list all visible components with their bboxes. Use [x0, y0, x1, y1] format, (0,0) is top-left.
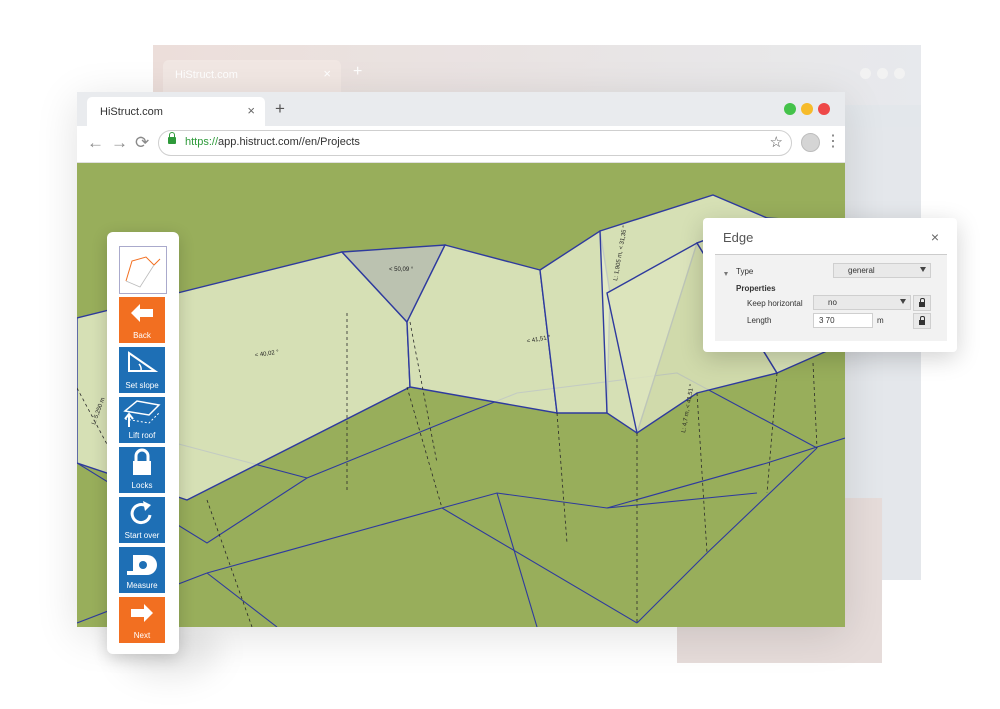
keep-horizontal-lock-button[interactable] — [913, 295, 931, 311]
url-text: https://app.histruct.com//en/Projects — [185, 136, 360, 148]
minimize-button[interactable] — [801, 103, 813, 115]
new-tab-button[interactable]: + — [275, 99, 285, 119]
start-over-label: Start over — [124, 531, 160, 540]
background-tab-close-icon: × — [323, 66, 331, 81]
browser-toolbar: ← → ⟳ https://app.histruct.com//en/Proje… — [77, 126, 845, 163]
type-select[interactable]: general — [833, 263, 931, 278]
slope-icon — [128, 351, 159, 372]
length-label: Length — [747, 316, 772, 325]
edge-panel-body: Type general Properties Keep horizontal … — [715, 254, 947, 341]
lift-roof-button[interactable]: Lift roof — [119, 397, 165, 443]
start-over-icon — [130, 501, 152, 525]
background-tab: HiStruct.com × — [163, 60, 341, 92]
secure-lock-icon — [168, 132, 176, 144]
properties-section-header[interactable]: Properties — [736, 284, 776, 293]
edge-panel-title: Edge — [723, 230, 754, 245]
url-scheme: https:// — [185, 136, 219, 148]
keep-horizontal-select[interactable]: no — [813, 295, 911, 310]
length-input-value: 3 70 — [819, 316, 835, 325]
keep-horizontal-label: Keep horizontal — [747, 299, 803, 308]
model-thumbnail[interactable] — [119, 246, 167, 294]
locks-button[interactable]: Locks — [119, 447, 165, 493]
length-unit: m — [877, 316, 884, 325]
type-select-value: general — [848, 266, 875, 275]
background-window-dot — [860, 68, 871, 79]
length-input[interactable]: 3 70 — [813, 313, 873, 328]
background-new-tab-icon: + — [353, 63, 363, 80]
back-button-label: Back — [133, 331, 151, 340]
chevron-down-icon — [900, 299, 906, 304]
tape-measure-icon — [127, 555, 157, 575]
roof-thumbnail-icon — [125, 256, 161, 288]
address-bar[interactable]: https://app.histruct.com//en/Projects ☆ — [158, 130, 792, 156]
browser-window: HiStruct.com × + ← → ⟳ https://app.histr… — [77, 92, 845, 627]
collapse-triangle-icon[interactable] — [724, 272, 728, 276]
browser-menu-icon[interactable]: ⋮ — [825, 131, 841, 151]
reload-icon[interactable]: ⟳ — [135, 134, 149, 152]
start-over-button[interactable]: Start over — [119, 497, 165, 543]
arrow-right-icon — [131, 604, 153, 622]
slope-label: < 50,09 ° — [389, 267, 414, 273]
tab-close-icon[interactable]: × — [247, 103, 255, 118]
measure-button[interactable]: Measure — [119, 547, 165, 593]
set-slope-button[interactable]: Set slope — [119, 347, 165, 393]
lift-roof-icon — [123, 400, 161, 427]
lock-icon-body — [919, 320, 925, 325]
lift-roof-label: Lift roof — [128, 431, 156, 440]
background-window-dot — [894, 68, 905, 79]
next-button-label: Next — [133, 631, 151, 640]
tab-strip: HiStruct.com × + — [77, 92, 845, 126]
background-window-dot — [877, 68, 888, 79]
locks-label: Locks — [131, 481, 153, 490]
close-window-button[interactable] — [818, 103, 830, 115]
type-label: Type — [736, 267, 754, 276]
next-button[interactable]: Next — [119, 597, 165, 643]
keep-horizontal-value: no — [828, 298, 837, 307]
url-path: app.histruct.com//en/Projects — [218, 136, 360, 148]
lock-icon — [133, 448, 151, 475]
bookmark-star-icon[interactable]: ☆ — [770, 133, 783, 151]
edge-properties-panel: Edge × Type general Properties Keep hori… — [703, 218, 957, 352]
measure-label: Measure — [126, 581, 158, 590]
maximize-button[interactable] — [784, 103, 796, 115]
chevron-down-icon — [920, 267, 926, 272]
browser-tab[interactable]: HiStruct.com × — [87, 97, 265, 126]
back-nav-icon[interactable]: ← — [87, 134, 104, 152]
roof-tools-toolbar: Back Set slope Lift roof Locks Start ove… — [107, 232, 179, 654]
profile-avatar-icon[interactable] — [801, 133, 820, 152]
forward-nav-icon[interactable]: → — [111, 134, 128, 152]
edge-panel-close-icon[interactable]: × — [931, 229, 939, 245]
lock-icon-body — [919, 302, 925, 307]
back-button[interactable]: Back — [119, 297, 165, 343]
length-lock-button[interactable] — [913, 313, 931, 329]
set-slope-label: Set slope — [125, 381, 159, 390]
arrow-left-icon — [131, 304, 153, 322]
background-tab-title: HiStruct.com — [175, 69, 238, 81]
tab-title: HiStruct.com — [100, 106, 163, 118]
